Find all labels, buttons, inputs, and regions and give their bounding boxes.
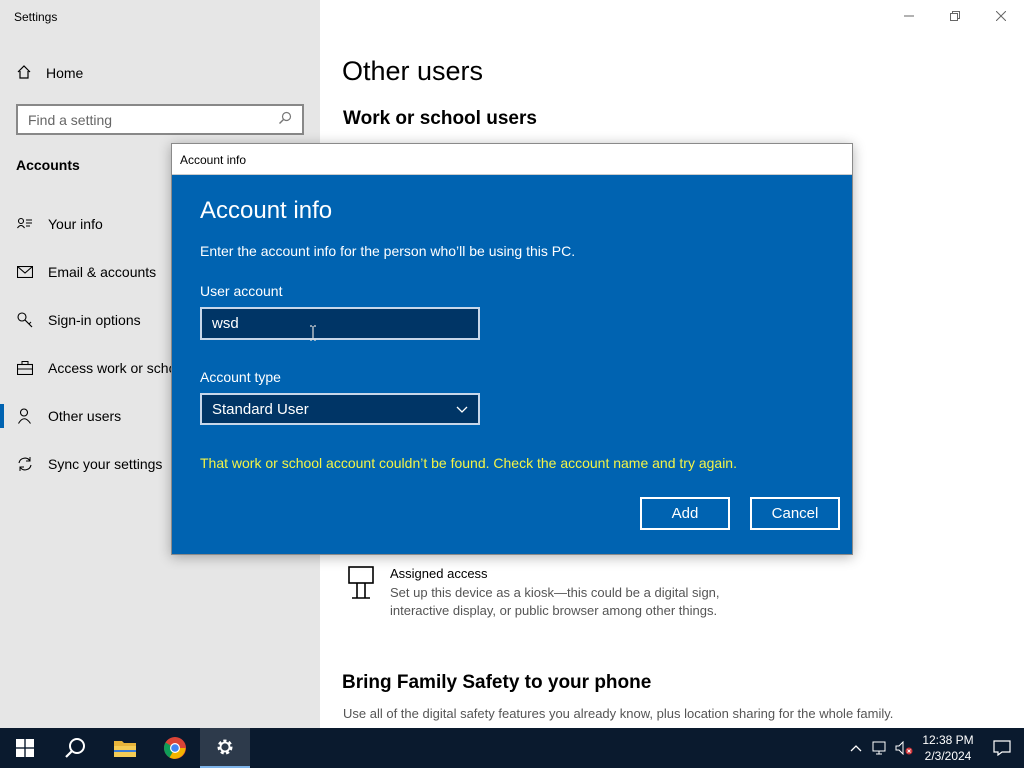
taskbar: 12:38 PM 2/3/2024 <box>0 728 1024 768</box>
chevron-up-icon <box>850 745 862 752</box>
dialog-description: Enter the account info for the person wh… <box>200 243 576 259</box>
assigned-access-link[interactable]: Assigned access Set up this device as a … <box>348 566 770 620</box>
search-taskbar-button[interactable] <box>50 728 100 768</box>
network-icon[interactable] <box>868 728 892 768</box>
user-account-input[interactable]: wsd <box>200 307 480 340</box>
chrome-icon <box>164 737 186 759</box>
search-icon <box>65 738 85 758</box>
search-icon[interactable] <box>278 111 292 128</box>
dialog-heading: Account info <box>200 197 333 224</box>
text-cursor-icon <box>309 325 317 346</box>
restore-icon <box>950 11 960 21</box>
family-safety-heading: Bring Family Safety to your phone <box>342 672 652 693</box>
kiosk-icon <box>348 566 374 620</box>
search-placeholder: Find a setting <box>28 111 113 128</box>
account-info-dialog: Account info Account info Enter the acco… <box>171 143 853 555</box>
home-nav-item[interactable]: Home <box>16 62 83 84</box>
sidebar-item-label: Your info <box>48 216 103 232</box>
action-center-button[interactable] <box>980 728 1024 768</box>
notification-icon <box>993 740 1011 756</box>
file-explorer-button[interactable] <box>100 728 150 768</box>
sidebar-item-label: Sync your settings <box>48 456 163 472</box>
person-icon <box>16 407 34 425</box>
mail-icon <box>16 263 34 281</box>
maximize-button[interactable] <box>932 0 978 32</box>
home-icon <box>16 64 32 83</box>
work-school-users-heading: Work or school users <box>343 108 537 129</box>
minimize-icon <box>904 15 914 17</box>
system-tray: 12:38 PM 2/3/2024 <box>844 728 1024 768</box>
close-icon <box>996 11 1006 21</box>
section-heading: Accounts <box>16 157 80 173</box>
show-hidden-icons-button[interactable] <box>844 728 868 768</box>
sidebar-item-label: Access work or scho <box>48 360 177 376</box>
sidebar-item-label: Email & accounts <box>48 264 157 280</box>
dialog-titlebar[interactable]: Account info <box>172 144 852 175</box>
clock-date: 2/3/2024 <box>924 749 972 763</box>
user-account-label: User account <box>200 283 283 299</box>
assigned-access-description: Set up this device as a kiosk—this could… <box>390 585 720 618</box>
add-button[interactable]: Add <box>640 497 730 530</box>
page-title: Other users <box>342 56 484 86</box>
error-message: That work or school account couldn’t be … <box>200 455 737 471</box>
family-safety-description: Use all of the digital safety features y… <box>343 706 894 721</box>
briefcase-icon <box>16 359 34 377</box>
account-type-label: Account type <box>200 369 281 385</box>
clock-time: 12:38 PM <box>922 733 974 747</box>
assigned-access-text: Assigned access Set up this device as a … <box>390 566 770 620</box>
windows-icon <box>16 739 34 757</box>
window-controls <box>886 0 1024 32</box>
chrome-button[interactable] <box>150 728 200 768</box>
clock[interactable]: 12:38 PM 2/3/2024 <box>916 732 980 764</box>
sidebar-item-label: Other users <box>48 408 122 424</box>
assigned-access-title: Assigned access <box>390 566 488 581</box>
search-input[interactable]: Find a setting <box>16 104 304 135</box>
cancel-button[interactable]: Cancel <box>750 497 840 530</box>
folder-icon <box>114 741 136 757</box>
volume-muted-icon[interactable] <box>892 728 916 768</box>
start-button[interactable] <box>0 728 50 768</box>
person-card-icon <box>16 215 34 233</box>
sidebar-item-label: Sign-in options <box>48 312 141 328</box>
minimize-button[interactable] <box>886 0 932 32</box>
key-icon <box>16 311 34 329</box>
user-account-value: wsd <box>212 315 239 332</box>
home-label: Home <box>46 65 84 81</box>
account-type-value: Standard User <box>212 400 309 418</box>
close-button[interactable] <box>978 0 1024 32</box>
sync-icon <box>16 455 34 473</box>
gear-icon <box>217 739 233 755</box>
chevron-down-icon <box>456 401 468 418</box>
app-title: Settings <box>14 10 58 24</box>
settings-taskbar-button[interactable] <box>200 728 250 768</box>
account-type-select[interactable]: Standard User <box>200 393 480 425</box>
